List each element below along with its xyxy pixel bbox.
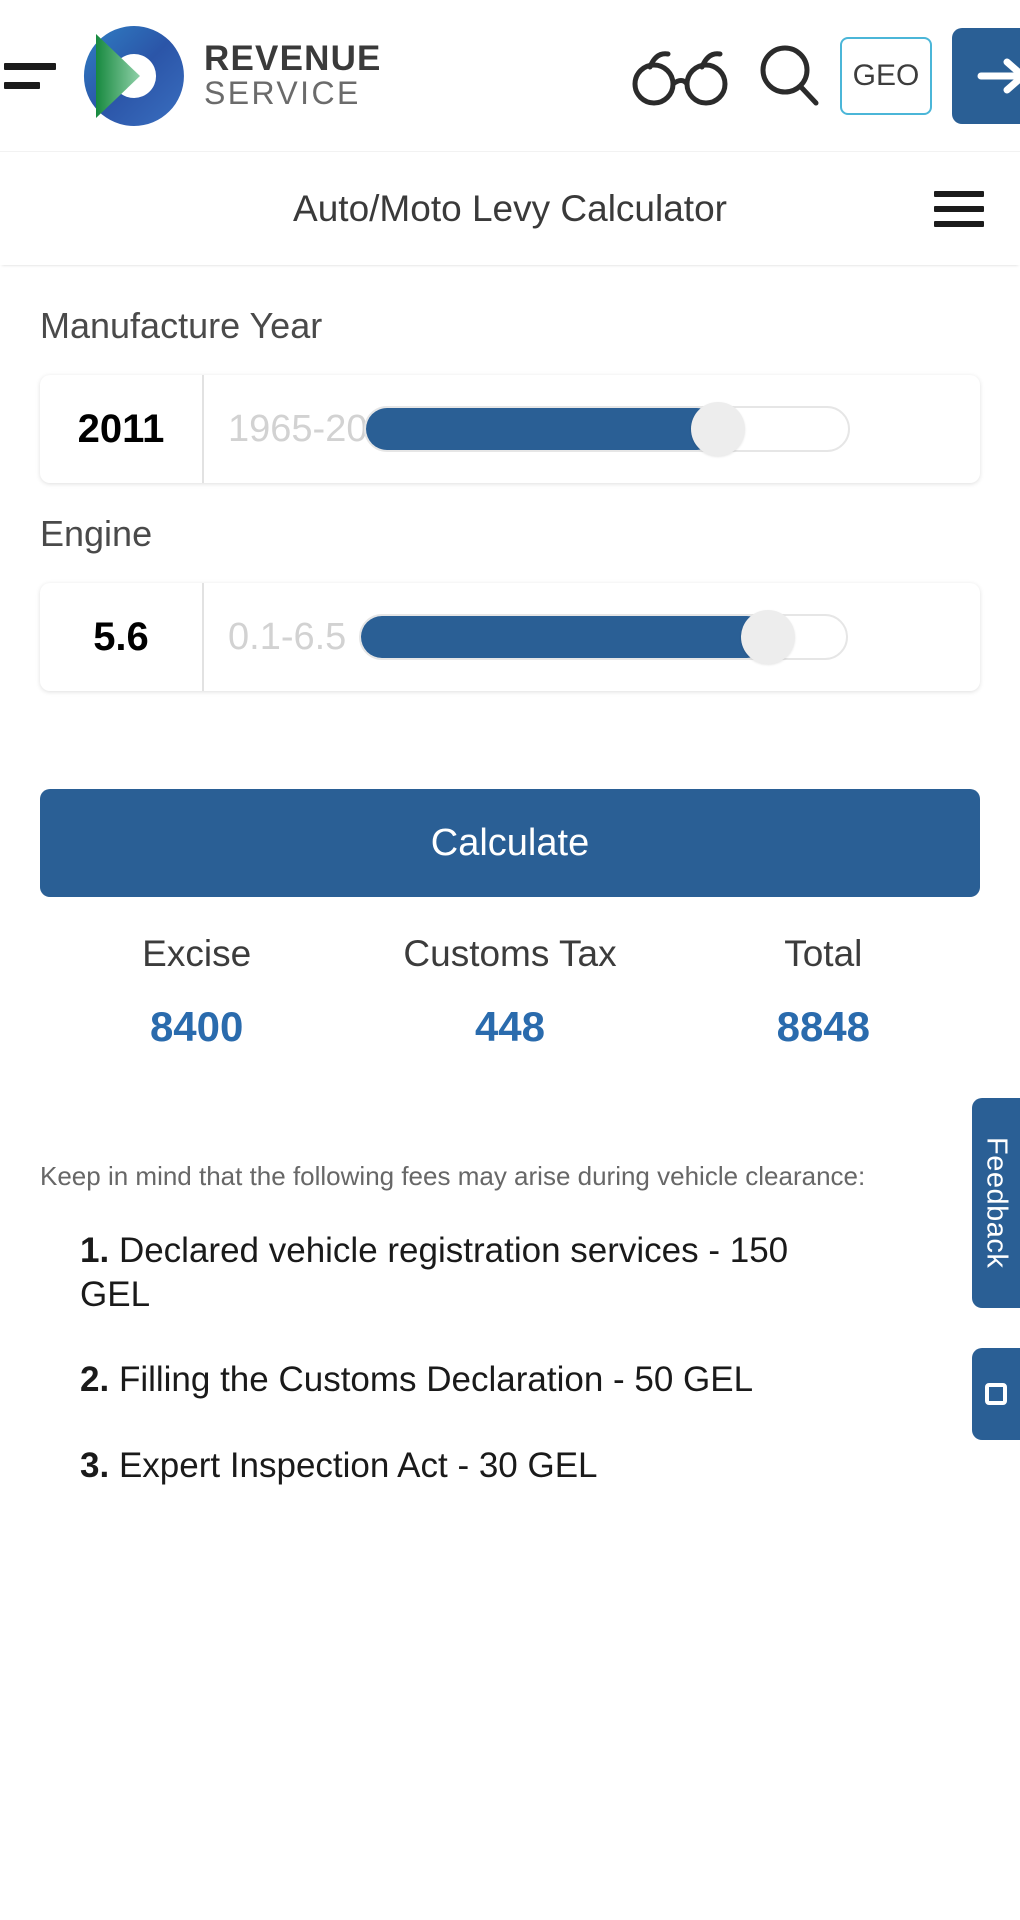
list-item-number: 3. xyxy=(80,1446,110,1486)
site-menu-button[interactable] xyxy=(4,62,60,89)
manufacture-year-value[interactable]: 2011 xyxy=(40,375,204,483)
slider-knob[interactable] xyxy=(741,610,796,664)
login-arrow-icon xyxy=(977,58,1020,93)
manufacture-year-range-hint: 1965-20 xyxy=(228,407,368,450)
notes-intro: Keep in mind that the following fees may… xyxy=(40,1161,866,1191)
result-value: 8848 xyxy=(776,1003,871,1050)
manufacture-year-slider-cell: 1965-20 xyxy=(204,375,980,483)
list-item: 2. Filling the Customs Declaration - 50 … xyxy=(80,1358,820,1402)
language-geo-button[interactable]: GEO xyxy=(840,36,932,115)
manufacture-year-label: Manufacture Year xyxy=(40,305,323,346)
manufacture-year-row: 2011 1965-20 xyxy=(40,375,980,483)
search-icon xyxy=(760,45,819,105)
calculator-form: Manufacture Year 2011 1965-20 Engine 5.6… xyxy=(0,305,1020,1488)
engine-value[interactable]: 5.6 xyxy=(40,583,204,691)
hamburger-icon-bar xyxy=(4,62,56,70)
glasses-icon xyxy=(632,50,728,105)
chat-icon xyxy=(985,1383,1007,1405)
list-item-text: Expert Inspection Act - 30 GEL xyxy=(118,1446,598,1486)
list-item-text: Filling the Customs Declaration - 50 GEL xyxy=(118,1360,754,1400)
list-item-text: Declared vehicle registration services -… xyxy=(80,1230,789,1314)
engine-slider[interactable] xyxy=(359,610,848,664)
site-header: REVENUE SERVICE GEO xyxy=(0,0,1020,152)
hamburger-icon-bar xyxy=(934,220,984,227)
result-label: Customs Tax xyxy=(403,933,617,974)
feedback-tab-label: Feedback xyxy=(980,1137,1013,1269)
hamburger-icon-bar xyxy=(934,190,984,197)
section-menu-button[interactable] xyxy=(934,190,984,227)
engine-row: 5.6 0.1-6.5 xyxy=(40,583,980,691)
feedback-tab-button[interactable]: Feedback xyxy=(972,1098,1020,1308)
calculate-button[interactable]: Calculate xyxy=(40,789,980,897)
login-button[interactable] xyxy=(952,27,1020,124)
list-item-number: 2. xyxy=(80,1360,110,1400)
results-row: Excise 8400 Customs Tax 448 Total 8848 xyxy=(40,933,980,1051)
site-logo[interactable]: REVENUE SERVICE xyxy=(78,20,382,132)
hamburger-icon-bar xyxy=(934,205,984,212)
slider-knob[interactable] xyxy=(690,402,745,456)
fee-list: 1. Declared vehicle registration service… xyxy=(40,1229,980,1488)
slider-fill xyxy=(366,408,718,450)
chat-tab-button[interactable] xyxy=(972,1348,1020,1440)
language-geo-label: GEO xyxy=(852,58,920,92)
engine-range-hint: 0.1-6.5 xyxy=(228,615,347,658)
result-label: Excise xyxy=(142,933,252,974)
page-title-bar: Auto/Moto Levy Calculator xyxy=(0,152,1020,265)
slider-fill xyxy=(361,616,769,658)
accessibility-glasses-button[interactable] xyxy=(626,44,738,108)
result-total: Total 8848 xyxy=(667,933,980,1051)
page-title: Auto/Moto Levy Calculator xyxy=(293,187,727,229)
header-tools: GEO xyxy=(626,27,1020,124)
result-label: Total xyxy=(784,933,863,974)
list-item: 1. Declared vehicle registration service… xyxy=(80,1229,820,1317)
manufacture-year-slider[interactable] xyxy=(364,402,850,456)
result-excise: Excise 8400 xyxy=(40,933,353,1051)
logo-line-1: REVENUE xyxy=(204,39,382,79)
result-value: 8400 xyxy=(149,1003,244,1050)
page-root: REVENUE SERVICE GEO Auto/Moto Levy Calcu… xyxy=(0,0,1020,1920)
list-item: 3. Expert Inspection Act - 30 GEL xyxy=(80,1444,820,1488)
list-item-number: 1. xyxy=(80,1230,110,1270)
search-button[interactable] xyxy=(758,43,820,109)
engine-label: Engine xyxy=(40,513,153,554)
hamburger-icon-bar xyxy=(4,81,40,89)
logo-line-2: SERVICE xyxy=(204,75,361,112)
revenue-service-logo-icon xyxy=(78,20,190,132)
result-customs-tax: Customs Tax 448 xyxy=(353,933,666,1051)
result-value: 448 xyxy=(474,1003,546,1050)
engine-slider-cell: 0.1-6.5 xyxy=(204,583,980,691)
logo-wordmark: REVENUE SERVICE xyxy=(204,41,382,109)
